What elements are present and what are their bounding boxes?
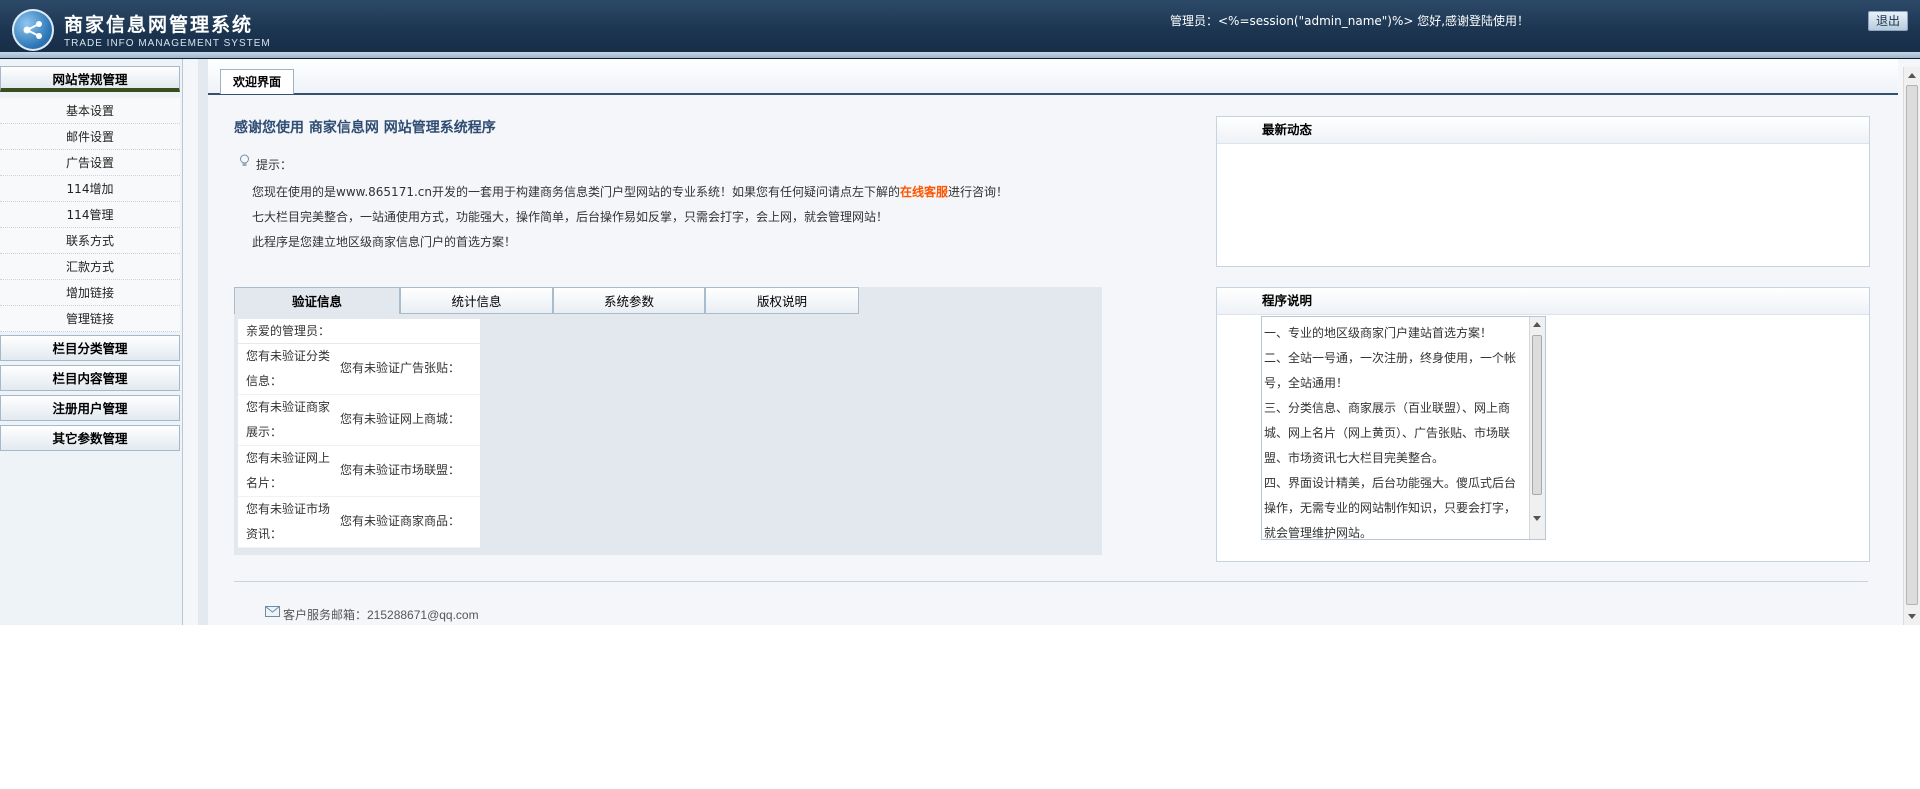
tab-bar: 欢迎界面 bbox=[208, 59, 1898, 95]
main-content: 欢迎界面 感谢您使用 商家信息网 网站管理系统程序 提示： 您现在使用的是www… bbox=[208, 59, 1898, 625]
news-panel-title: 最新动态 bbox=[1217, 117, 1869, 144]
sidebar-section-site-general[interactable]: 网站常规管理 bbox=[0, 66, 180, 92]
lightbulb-icon bbox=[240, 154, 249, 166]
verify-cell: 您有未验证网上商城： bbox=[340, 412, 461, 426]
table-row: 您有未验证商家展示： 您有未验证网上商城： bbox=[238, 395, 480, 446]
verify-greeting: 亲爱的管理员： bbox=[238, 319, 480, 344]
table-row: 您有未验证市场资讯： 您有未验证商家商品： bbox=[238, 497, 480, 548]
description-line: 一、专业的地区级商家门户建站首选方案！ bbox=[1264, 326, 1493, 340]
tab-verify-info[interactable]: 验证信息 bbox=[234, 287, 400, 314]
mail-icon bbox=[265, 606, 280, 617]
info-tabs-panel: 验证信息 统计信息 系统参数 版权说明 亲爱的管理员： 您有未验证分类信息： 您… bbox=[234, 287, 1102, 555]
footer-email: 客户服务邮箱：215288671@qq.com bbox=[283, 608, 479, 622]
tab-copyright[interactable]: 版权说明 bbox=[705, 287, 859, 314]
sidebar-item-add-link[interactable]: 增加链接 bbox=[0, 280, 180, 306]
verify-table: 亲爱的管理员： 您有未验证分类信息： 您有未验证广告张贴： 您有未验证商家展示：… bbox=[238, 319, 480, 548]
description-textarea[interactable]: 一、专业的地区级商家门户建站首选方案！ 二、全站一号通，一次注册，终身使用，一个… bbox=[1261, 316, 1546, 540]
description-scrollbar[interactable] bbox=[1529, 317, 1545, 539]
scroll-thumb[interactable] bbox=[1532, 335, 1542, 495]
scroll-thumb[interactable] bbox=[1906, 85, 1918, 605]
header-bar: 商家信息网管理系统 TRADE INFO MANAGEMENT SYSTEM 管… bbox=[0, 0, 1920, 59]
sidebar-item-basic-settings[interactable]: 基本设置 bbox=[0, 98, 180, 124]
description-text: 一、专业的地区级商家门户建站首选方案！ 二、全站一号通，一次注册，终身使用，一个… bbox=[1264, 321, 1526, 540]
sidebar-item-manage-links[interactable]: 管理链接 bbox=[0, 306, 180, 332]
admin-app: 商家信息网管理系统 TRADE INFO MANAGEMENT SYSTEM 管… bbox=[0, 0, 1920, 625]
sidebar-section-users[interactable]: 注册用户管理 bbox=[0, 395, 180, 421]
sidebar-submenu: 基本设置 邮件设置 广告设置 114增加 114管理 联系方式 汇款方式 增加链… bbox=[0, 98, 180, 332]
sidebar-section-other[interactable]: 其它参数管理 bbox=[0, 425, 180, 451]
news-panel: 最新动态 bbox=[1216, 116, 1870, 267]
sidebar-section-category[interactable]: 栏目分类管理 bbox=[0, 335, 180, 361]
admin-greeting: 管理员：<%=session("admin_name")%> 您好,感谢登陆使用… bbox=[1170, 14, 1530, 28]
sidebar-item-ad-settings[interactable]: 广告设置 bbox=[0, 150, 180, 176]
sidebar-item-114-manage[interactable]: 114管理 bbox=[0, 202, 180, 228]
verify-cell: 您有未验证分类信息： bbox=[246, 349, 331, 388]
verify-cell: 您有未验证网上名片： bbox=[246, 451, 331, 490]
sidebar-item-114-add[interactable]: 114增加 bbox=[0, 176, 180, 202]
tip-line-3: 此程序是您建立地区级商家信息门户的首选方案！ bbox=[252, 235, 517, 249]
app-subtitle: TRADE INFO MANAGEMENT SYSTEM bbox=[64, 38, 271, 49]
tip-label: 提示： bbox=[256, 158, 293, 172]
sidebar-splitter[interactable] bbox=[198, 59, 208, 625]
tip-line-2: 七大栏目完美整合，一站通使用方式，功能强大，操作简单，后台操作易如反掌，只需会打… bbox=[252, 210, 889, 224]
scroll-up-icon[interactable] bbox=[1533, 322, 1541, 327]
tab-system-params[interactable]: 系统参数 bbox=[553, 287, 705, 314]
logo-icon bbox=[12, 9, 54, 51]
logout-button[interactable]: 退出 bbox=[1868, 11, 1908, 31]
description-line: 二、全站一号通，一次注册，终身使用，一个帐号，全站通用！ bbox=[1264, 351, 1517, 390]
sidebar-item-remittance[interactable]: 汇款方式 bbox=[0, 254, 180, 280]
window-scrollbar[interactable] bbox=[1903, 67, 1920, 625]
description-panel-title: 程序说明 bbox=[1217, 288, 1869, 315]
sidebar-item-mail-settings[interactable]: 邮件设置 bbox=[0, 124, 180, 150]
scroll-down-icon[interactable] bbox=[1908, 614, 1916, 619]
tab-statistics[interactable]: 统计信息 bbox=[400, 287, 553, 314]
tip-line-1-pre: 您现在使用的是www.865171.cn开发的一套用于构建商务信息类门户型网站的… bbox=[252, 185, 900, 199]
verify-cell: 您有未验证商家展示： bbox=[246, 400, 331, 439]
tip-line-1: 您现在使用的是www.865171.cn开发的一套用于构建商务信息类门户型网站的… bbox=[252, 183, 1008, 200]
sidebar-item-contact[interactable]: 联系方式 bbox=[0, 228, 180, 254]
table-row: 您有未验证分类信息： 您有未验证广告张贴： bbox=[238, 344, 480, 395]
tip-line-1-post: 进行咨询！ bbox=[948, 185, 1009, 199]
verify-cell: 您有未验证市场资讯： bbox=[246, 502, 331, 541]
verify-cell: 您有未验证市场联盟： bbox=[340, 463, 461, 477]
scroll-down-icon[interactable] bbox=[1533, 516, 1541, 521]
tab-welcome[interactable]: 欢迎界面 bbox=[220, 69, 295, 94]
footer-divider bbox=[234, 581, 1868, 582]
sidebar: 网站常规管理 基本设置 邮件设置 广告设置 114增加 114管理 联系方式 汇… bbox=[0, 59, 183, 625]
header-strip bbox=[0, 52, 1920, 58]
description-line: 四、界面设计精美，后台功能强大。傻瓜式后台操作，无需专业的网站制作知识，只要会打… bbox=[1264, 476, 1517, 540]
app-title: 商家信息网管理系统 bbox=[64, 14, 254, 36]
verify-cell: 您有未验证广告张贴： bbox=[340, 361, 461, 375]
table-row: 您有未验证网上名片： 您有未验证市场联盟： bbox=[238, 446, 480, 497]
sidebar-section-content[interactable]: 栏目内容管理 bbox=[0, 365, 180, 391]
description-line: 三、分类信息、商家展示（百业联盟）、网上商城、网上名片（网上黄页）、广告张贴、市… bbox=[1264, 401, 1511, 465]
welcome-title: 感谢您使用 商家信息网 网站管理系统程序 bbox=[234, 120, 496, 136]
scroll-up-icon[interactable] bbox=[1908, 73, 1916, 78]
online-service-link[interactable]: 在线客服 bbox=[900, 185, 948, 199]
verify-cell: 您有未验证商家商品： bbox=[340, 514, 461, 528]
description-panel: 程序说明 一、专业的地区级商家门户建站首选方案！ 二、全站一号通，一次注册，终身… bbox=[1216, 287, 1870, 562]
